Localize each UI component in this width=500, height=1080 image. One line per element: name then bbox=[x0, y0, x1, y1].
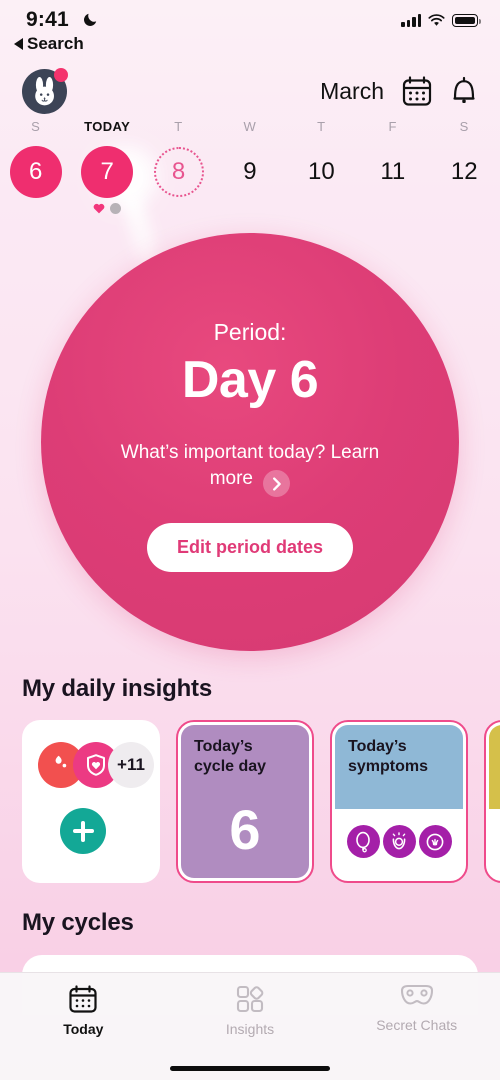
back-to-search-link[interactable]: Search bbox=[14, 34, 84, 54]
tab-label-secret-chats: Secret Chats bbox=[376, 1017, 458, 1033]
next-insight-card-clipped[interactable]: C of pr L bbox=[484, 720, 500, 883]
weekday-labels: S TODAY T W T F S bbox=[0, 118, 500, 136]
back-link-label: Search bbox=[27, 34, 84, 53]
more-symptoms-count: +11 bbox=[108, 742, 154, 788]
cycle-day-value: 6 bbox=[229, 798, 261, 861]
log-symptoms-card[interactable]: +11 bbox=[22, 720, 160, 883]
balloon-icon bbox=[346, 825, 380, 858]
day-cell-10[interactable]: 10 bbox=[286, 146, 357, 198]
mask-icon bbox=[400, 984, 433, 1005]
weekday-label: F bbox=[388, 119, 398, 134]
bottom-tab-bar: Today Insights Secret Chats bbox=[0, 972, 500, 1080]
day-number: 7 bbox=[81, 146, 134, 198]
tab-secret-chats[interactable]: Secret Chats bbox=[333, 984, 500, 1033]
day-number: 8 bbox=[153, 146, 205, 198]
day-markers bbox=[93, 203, 122, 214]
chevron-right-icon bbox=[263, 470, 291, 498]
wifi-icon bbox=[428, 14, 445, 26]
day-number: 9 bbox=[243, 158, 257, 185]
month-label: March bbox=[320, 77, 384, 104]
day-cell-6[interactable]: 6 bbox=[0, 146, 71, 198]
symptoms-icon-row bbox=[335, 809, 463, 878]
day-cell-9[interactable]: 9 bbox=[214, 146, 285, 198]
learn-more-link[interactable]: What’s important today? Learn more bbox=[105, 440, 395, 498]
calendar-icon[interactable] bbox=[402, 75, 432, 107]
tab-label-insights: Insights bbox=[225, 1021, 275, 1037]
next-card-value: L bbox=[489, 809, 500, 878]
period-day-value: Day 6 bbox=[181, 351, 319, 409]
day-number: 11 bbox=[380, 158, 406, 185]
day-number: 6 bbox=[9, 146, 62, 198]
heart-icon bbox=[93, 203, 105, 214]
daily-insights-title: My daily insights bbox=[22, 675, 212, 702]
home-indicator bbox=[170, 1065, 330, 1071]
todays-cycle-day-card[interactable]: Today’s cycle day 6 bbox=[176, 720, 314, 883]
day-number: 12 bbox=[450, 158, 478, 185]
day-number: 10 bbox=[308, 158, 335, 185]
bell-icon[interactable] bbox=[450, 76, 478, 107]
avatar[interactable] bbox=[22, 67, 68, 114]
add-symptom-button[interactable] bbox=[60, 808, 106, 854]
cramps-icon bbox=[418, 825, 452, 858]
insights-card-carousel[interactable]: +11 Today’s cycle day 6 Today’s symptoms bbox=[22, 720, 500, 883]
crescent-moon-icon bbox=[84, 13, 97, 26]
weekday-label-today: TODAY bbox=[84, 119, 131, 134]
back-triangle-icon bbox=[14, 38, 23, 50]
day-cell-11[interactable]: 11 bbox=[357, 146, 428, 198]
weekday-label: S bbox=[31, 119, 41, 134]
day-cell-12[interactable]: 12 bbox=[429, 146, 500, 198]
symptoms-card-title: Today’s symptoms bbox=[335, 725, 463, 809]
cellular-signal-icon bbox=[401, 14, 421, 27]
gray-dot-marker bbox=[110, 203, 122, 214]
todays-symptoms-card[interactable]: Today’s symptoms bbox=[330, 720, 468, 883]
app-header: March bbox=[0, 64, 500, 118]
weekday-label: T bbox=[317, 119, 326, 134]
tab-label-today: Today bbox=[63, 1021, 104, 1037]
predicted-dotted-ring bbox=[153, 147, 204, 197]
bloating-icon bbox=[382, 825, 416, 858]
period-label: Period: bbox=[213, 319, 287, 345]
notification-dot bbox=[54, 67, 68, 82]
grid-diamond-icon bbox=[236, 985, 264, 1013]
weekday-label: S bbox=[459, 119, 469, 134]
status-indicators bbox=[401, 14, 481, 27]
battery-full-icon bbox=[452, 14, 481, 27]
symptom-bubble-stack: +11 bbox=[38, 742, 154, 788]
period-hero-circle[interactable]: Period: Day 6 What’s important today? Le… bbox=[41, 233, 459, 651]
weekday-label: W bbox=[243, 119, 257, 134]
my-cycles-title: My cycles bbox=[22, 909, 134, 936]
tab-today[interactable]: Today bbox=[0, 984, 167, 1037]
weekday-label: T bbox=[174, 119, 183, 134]
next-card-title: C of pr bbox=[489, 725, 500, 809]
cycle-day-card-title: Today’s cycle day bbox=[194, 738, 267, 775]
edit-period-dates-button[interactable]: Edit period dates bbox=[146, 523, 354, 573]
status-time: 9:41 bbox=[26, 8, 69, 31]
tab-insights[interactable]: Insights bbox=[167, 984, 334, 1037]
calendar-icon bbox=[69, 985, 97, 1013]
learn-more-text: What’s important today? Learn more bbox=[120, 442, 380, 489]
week-day-strip: 6 7 8 9 10 11 12 bbox=[0, 146, 500, 214]
